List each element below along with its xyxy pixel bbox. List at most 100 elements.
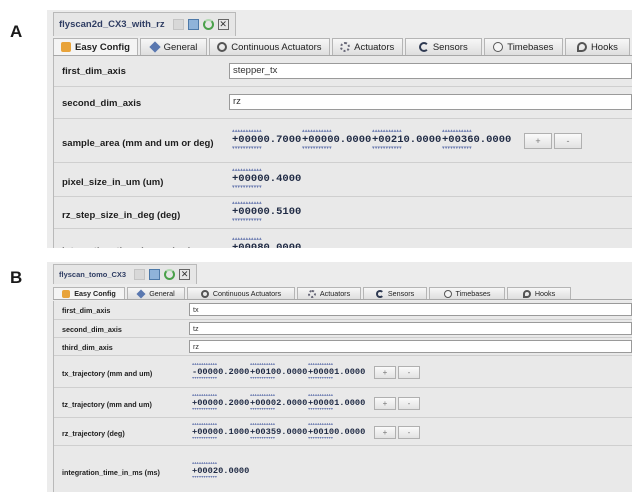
remove-point-button[interactable]: - (398, 397, 420, 410)
actuator-circle-icon (200, 289, 209, 298)
spinner-value: +00000.7000 (232, 134, 302, 146)
config-row-tz-trajectory-mm-and-um: tz_trajectory (mm and um) ▲▲▲▲▲▲▲▲▲▲▲ +000… (54, 387, 632, 418)
numeric-spinner[interactable]: ▲▲▲▲▲▲▲▲▲▲▲ +00002.0000 ▼▼▼▼▼▼▼▼▼▼▼ (250, 394, 307, 413)
decrement-arrows-icon[interactable]: ▼▼▼▼▼▼▼▼▼▼▼ (250, 377, 305, 382)
tab-general[interactable]: General (127, 287, 185, 299)
field-label: integration_time_in_ms (ms) (62, 468, 160, 477)
decrement-arrows-icon[interactable]: ▼▼▼▼▼▼▼▼▼▼▼ (232, 218, 298, 223)
add-point-button[interactable]: + (374, 366, 396, 379)
close-icon[interactable]: ✕ (217, 19, 229, 30)
decrement-arrows-icon[interactable]: ▼▼▼▼▼▼▼▼▼▼▼ (308, 408, 363, 413)
numeric-spinner[interactable]: ▲▲▲▲▲▲▲▲▲▲▲ +00100.0000 ▼▼▼▼▼▼▼▼▼▼▼ (250, 363, 307, 382)
numeric-spinner[interactable]: ▲▲▲▲▲▲▲▲▲▲▲ +00210.0000 ▼▼▼▼▼▼▼▼▼▼▼ (372, 129, 441, 153)
numeric-spinner[interactable]: ▲▲▲▲▲▲▲▲▲▲▲ +00001.0000 ▼▼▼▼▼▼▼▼▼▼▼ (308, 363, 365, 382)
field-label: second_dim_axis (62, 325, 122, 334)
decrement-arrows-icon[interactable]: ▼▼▼▼▼▼▼▼▼▼▼ (250, 437, 305, 442)
tab-timebases[interactable]: Timebases (429, 287, 505, 299)
numeric-spinner[interactable]: ▲▲▲▲▲▲▲▲▲▲▲ +00000.1000 ▼▼▼▼▼▼▼▼▼▼▼ (192, 423, 249, 442)
decrement-arrows-icon[interactable]: ▼▼▼▼▼▼▼▼▼▼▼ (192, 476, 247, 481)
add-point-button[interactable]: + (374, 397, 396, 410)
field-label: sample_area (mm and um or deg) (62, 138, 214, 149)
numeric-spinner[interactable]: ▲▲▲▲▲▲▲▲▲▲▲ +00100.0000 ▼▼▼▼▼▼▼▼▼▼▼ (308, 423, 365, 442)
spinner-value: +00359.0000 (250, 427, 308, 437)
numeric-spinner[interactable]: ▲▲▲▲▲▲▲▲▲▲▲ +00359.0000 ▼▼▼▼▼▼▼▼▼▼▼ (250, 423, 308, 442)
numeric-spinner[interactable]: ▲▲▲▲▲▲▲▲▲▲▲ +00000.4000 ▼▼▼▼▼▼▼▼▼▼▼ (232, 168, 302, 192)
tab-continuous-actuators[interactable]: Continuous Actuators (187, 287, 295, 299)
folder-icon (61, 42, 72, 52)
tab-easy-config[interactable]: Easy Config (53, 287, 125, 299)
close-icon[interactable]: ✕ (179, 269, 191, 280)
decrement-arrows-icon[interactable]: ▼▼▼▼▼▼▼▼▼▼▼ (250, 408, 305, 413)
spinner-value: +00000.5100 (232, 206, 302, 218)
spinner-value: +00000.4000 (232, 173, 302, 185)
decrement-arrows-icon[interactable]: ▼▼▼▼▼▼▼▼▼▼▼ (192, 408, 247, 413)
spinner-value: -00000.2000 (192, 367, 250, 377)
decrement-arrows-icon[interactable]: ▼▼▼▼▼▼▼▼▼▼▼ (232, 146, 298, 151)
clock-icon (493, 42, 504, 52)
scan-config-panel: flyscan2d_CX3_with_rz ✕ Easy Config General… (47, 10, 632, 248)
tab-timebases[interactable]: Timebases (483, 38, 563, 55)
decrement-arrows-icon[interactable]: ▼▼▼▼▼▼▼▼▼▼▼ (232, 185, 298, 190)
config-row-integration-time-in-ms-ms: integration_time_in_ms (ms) ▲▲▲▲▲▲▲▲▲▲▲+0… (54, 445, 632, 492)
document-title-tab[interactable]: flyscan_tomo_CX3 ✕ (53, 264, 198, 284)
diamond-icon (148, 41, 161, 53)
config-row-integration-time-in-ms-ms: integration_time_in_ms (ms) ▲▲▲▲▲▲▲▲▲▲▲+0… (54, 228, 632, 248)
spinner-value: +00000.2000 (192, 398, 250, 408)
numeric-spinner[interactable]: ▲▲▲▲▲▲▲▲▲▲▲ -00000.2000 ▼▼▼▼▼▼▼▼▼▼▼ (192, 363, 250, 382)
numeric-spinner[interactable]: ▲▲▲▲▲▲▲▲▲▲▲ +00020.0000 ▼▼▼▼▼▼▼▼▼▼▼ (192, 462, 249, 481)
tab-continuous-actuators[interactable]: Continuous Actuators (209, 38, 330, 55)
tab-actuators[interactable]: Actuators (297, 287, 361, 299)
spinner-value: +00080.0000 (232, 242, 302, 248)
refresh-icon[interactable] (164, 269, 176, 280)
numeric-spinner[interactable]: ▲▲▲▲▲▲▲▲▲▲▲ +00000.0000 ▼▼▼▼▼▼▼▼▼▼▼ (302, 129, 371, 153)
decrement-arrows-icon[interactable]: ▼▼▼▼▼▼▼▼▼▼▼ (308, 437, 363, 442)
sensor-icon (375, 289, 384, 298)
refresh-icon[interactable] (202, 19, 214, 30)
numeric-spinner[interactable]: ▲▲▲▲▲▲▲▲▲▲▲+00080.0000▼▼▼▼▼▼▼▼▼▼▼ (232, 237, 302, 248)
second-dim-axis-input[interactable]: rz (229, 94, 632, 110)
save-icon[interactable] (187, 19, 199, 30)
tab-label: Hooks (590, 41, 618, 53)
hook-icon (576, 42, 587, 52)
decrement-arrows-icon[interactable]: ▼▼▼▼▼▼▼▼▼▼▼ (308, 377, 363, 382)
first-dim-axis-input[interactable]: stepper_tx (229, 63, 632, 79)
add-point-button[interactable]: + (524, 133, 552, 149)
third-dim-axis-input[interactable]: rz (189, 340, 632, 353)
tab-label: Actuators (319, 289, 351, 298)
sensor-icon (418, 42, 429, 52)
tab-label: Sensors (387, 289, 415, 298)
remove-point-button[interactable]: - (398, 426, 420, 439)
numeric-spinner[interactable]: ▲▲▲▲▲▲▲▲▲▲▲ +00000.2000 ▼▼▼▼▼▼▼▼▼▼▼ (192, 394, 250, 413)
tab-label: Actuators (354, 41, 395, 53)
decrement-arrows-icon[interactable]: ▼▼▼▼▼▼▼▼▼▼▼ (192, 377, 247, 382)
config-row-rz-trajectory-deg: rz_trajectory (deg) ▲▲▲▲▲▲▲▲▲▲▲ +00000.100… (54, 417, 632, 446)
tab-hooks[interactable]: Hooks (507, 287, 571, 299)
folder-icon (62, 289, 71, 298)
tab-sensors[interactable]: Sensors (363, 287, 427, 299)
first-dim-axis-input[interactable]: tx (189, 303, 632, 316)
tab-sensors[interactable]: Sensors (404, 38, 482, 55)
field-label: first_dim_axis (62, 66, 126, 77)
numeric-spinner[interactable]: ▲▲▲▲▲▲▲▲▲▲▲ +00001.0000 ▼▼▼▼▼▼▼▼▼▼▼ (308, 394, 366, 413)
decrement-arrows-icon[interactable]: ▼▼▼▼▼▼▼▼▼▼▼ (442, 146, 508, 151)
add-point-button[interactable]: + (374, 426, 396, 439)
minimize-icon[interactable] (172, 19, 184, 30)
tab-hooks[interactable]: Hooks (564, 38, 631, 55)
tab-easy-config[interactable]: Easy Config (53, 38, 138, 55)
tab-general[interactable]: General (139, 38, 208, 55)
numeric-spinner[interactable]: ▲▲▲▲▲▲▲▲▲▲▲ +00360.0000 ▼▼▼▼▼▼▼▼▼▼▼ (442, 129, 511, 153)
tab-label: General (163, 41, 198, 53)
save-icon[interactable] (149, 269, 161, 280)
decrement-arrows-icon[interactable]: ▼▼▼▼▼▼▼▼▼▼▼ (192, 437, 247, 442)
numeric-spinner[interactable]: ▲▲▲▲▲▲▲▲▲▲▲ +00000.5100 ▼▼▼▼▼▼▼▼▼▼▼ (232, 201, 302, 225)
minimize-icon[interactable] (134, 269, 146, 280)
remove-point-button[interactable]: - (398, 366, 420, 379)
document-title-tab[interactable]: flyscan2d_CX3_with_rz ✕ (53, 12, 236, 36)
numeric-spinner[interactable]: ▲▲▲▲▲▲▲▲▲▲▲ +00000.7000 ▼▼▼▼▼▼▼▼▼▼▼ (232, 129, 302, 153)
spinner-value: +00001.0000 (308, 398, 366, 408)
remove-point-button[interactable]: - (554, 133, 582, 149)
second-dim-axis-input[interactable]: tz (189, 322, 632, 335)
decrement-arrows-icon[interactable]: ▼▼▼▼▼▼▼▼▼▼▼ (302, 146, 368, 151)
tab-actuators[interactable]: Actuators (331, 38, 403, 55)
decrement-arrows-icon[interactable]: ▼▼▼▼▼▼▼▼▼▼▼ (372, 146, 438, 151)
